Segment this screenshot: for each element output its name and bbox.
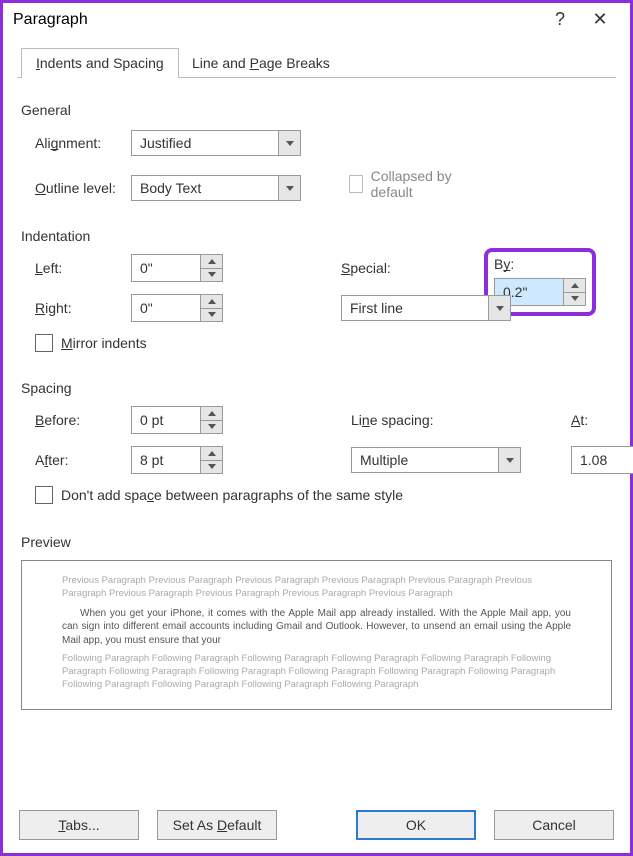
tab-strip: Indents and Spacing Line and Page Breaks (17, 48, 616, 78)
cancel-button[interactable]: Cancel (494, 810, 614, 840)
button-label: OK (406, 817, 426, 833)
button-label: Tabs... (58, 817, 99, 833)
set-default-button[interactable]: Set As Default (157, 810, 277, 840)
titlebar: Paragraph ? ✕ (3, 3, 630, 40)
dropdown-button[interactable] (278, 176, 300, 200)
special-combo[interactable]: First line (341, 295, 511, 321)
dropdown-button[interactable] (278, 131, 300, 155)
section-preview: Preview (21, 534, 71, 550)
spinner-down[interactable] (564, 293, 585, 306)
left-spinner[interactable]: 0" (131, 254, 223, 282)
preview-main: When you get your iPhone, it comes with … (62, 607, 571, 648)
spinner-down[interactable] (201, 309, 222, 322)
chevron-up-icon (208, 299, 216, 304)
chevron-down-icon (506, 458, 514, 463)
at-value: 1.08 (572, 447, 633, 473)
spinner-up[interactable] (564, 279, 585, 293)
dialog-title: Paragraph (13, 11, 540, 29)
before-spinner[interactable]: 0 pt (131, 406, 223, 434)
spinner-down[interactable] (201, 269, 222, 282)
collapsed-checkbox (349, 175, 363, 193)
tabs-button[interactable]: Tabs... (19, 810, 139, 840)
right-spinner[interactable]: 0" (131, 294, 223, 322)
dropdown-button[interactable] (498, 448, 520, 472)
tab-label: Line and Page Breaks (192, 55, 330, 71)
chevron-down-icon (208, 312, 216, 317)
ok-button[interactable]: OK (356, 810, 476, 840)
spinner-down[interactable] (201, 461, 222, 474)
right-label: Right: (21, 300, 131, 316)
spinner-down[interactable] (201, 421, 222, 434)
outline-combo[interactable]: Body Text (131, 175, 301, 201)
chevron-up-icon (208, 451, 216, 456)
line-spacing-combo[interactable]: Multiple (351, 447, 521, 473)
tab-label: Indents and Spacing (36, 55, 164, 71)
alignment-value: Justified (132, 135, 278, 151)
preview-next: Following Paragraph Following Paragraph … (62, 653, 571, 691)
alignment-combo[interactable]: Justified (131, 130, 301, 156)
section-spacing: Spacing (21, 380, 72, 396)
chevron-down-icon (286, 186, 294, 191)
mirror-label: Mirror indents (61, 335, 147, 351)
collapsed-label: Collapsed by default (371, 168, 463, 200)
no-space-checkbox[interactable] (35, 486, 53, 504)
chevron-down-icon (208, 424, 216, 429)
button-bar: Tabs... Set As Default OK Cancel (3, 797, 630, 853)
chevron-down-icon (496, 306, 504, 311)
outline-label: Outline level: (21, 180, 131, 196)
close-button[interactable]: ✕ (580, 9, 620, 30)
chevron-up-icon (208, 259, 216, 264)
after-value: 8 pt (132, 447, 200, 473)
at-spinner[interactable]: 1.08 (571, 446, 633, 474)
after-spinner[interactable]: 8 pt (131, 446, 223, 474)
chevron-down-icon (286, 141, 294, 146)
before-value: 0 pt (132, 407, 200, 433)
at-label: At: (571, 412, 633, 428)
alignment-label: Alignment: (21, 135, 131, 151)
spinner-up[interactable] (201, 447, 222, 461)
spinner-up[interactable] (201, 295, 222, 309)
mirror-checkbox[interactable] (35, 334, 53, 352)
chevron-up-icon (571, 283, 579, 288)
help-button[interactable]: ? (540, 9, 580, 30)
chevron-up-icon (208, 411, 216, 416)
chevron-down-icon (208, 272, 216, 277)
tab-line-page-breaks[interactable]: Line and Page Breaks (177, 48, 345, 78)
outline-value: Body Text (132, 180, 278, 196)
by-label: By: (494, 256, 586, 272)
section-general: General (21, 102, 612, 118)
paragraph-dialog: Paragraph ? ✕ Indents and Spacing Line a… (0, 0, 633, 856)
right-value: 0" (132, 295, 200, 321)
no-space-label: Don't add space between paragraphs of th… (61, 487, 403, 503)
left-value: 0" (132, 255, 200, 281)
after-label: After: (21, 452, 131, 468)
dropdown-button[interactable] (488, 296, 510, 320)
line-spacing-label: Line spacing: (351, 412, 521, 428)
section-indentation: Indentation (21, 228, 90, 244)
chevron-down-icon (208, 464, 216, 469)
tab-indents-spacing[interactable]: Indents and Spacing (21, 48, 179, 78)
button-label: Set As Default (173, 817, 262, 833)
before-label: Before: (21, 412, 131, 428)
spinner-up[interactable] (201, 255, 222, 269)
dialog-body: General Alignment: Justified Outline lev… (3, 78, 630, 718)
preview-prev: Previous Paragraph Previous Paragraph Pr… (62, 575, 571, 601)
special-value: First line (342, 300, 488, 316)
chevron-down-icon (571, 296, 579, 301)
preview-box: Previous Paragraph Previous Paragraph Pr… (21, 560, 612, 710)
spinner-up[interactable] (201, 407, 222, 421)
line-spacing-value: Multiple (352, 452, 498, 468)
button-label: Cancel (532, 817, 576, 833)
left-label: Left: (21, 260, 131, 276)
